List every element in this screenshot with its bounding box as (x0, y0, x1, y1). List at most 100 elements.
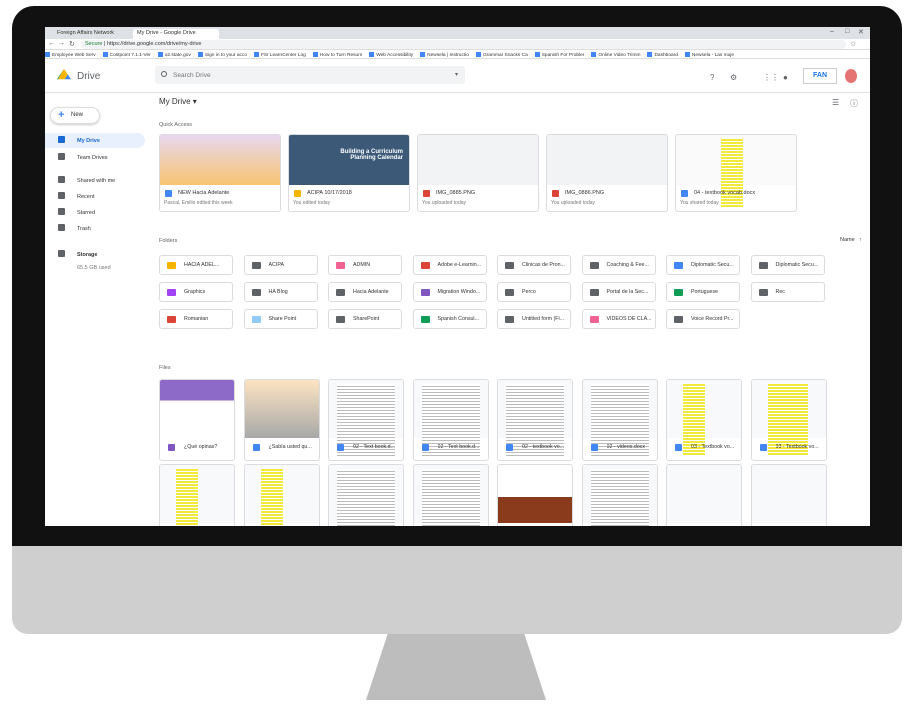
folder-item[interactable]: HACIA ADEL... (159, 255, 233, 275)
quick-access-card[interactable]: NEW Hacia Adelante Pascal, Emilio edited … (159, 134, 281, 212)
sidebar-item-shared[interactable]: Shared with me (45, 173, 145, 188)
file-item[interactable]: 07 - textbook vo... (328, 464, 404, 526)
file-item[interactable]: 02 - textbook vo... (497, 379, 573, 461)
folder-item[interactable]: HA Blog (243, 282, 318, 302)
bookmark-item[interactable]: Dashboard (647, 50, 678, 58)
bookmark-item[interactable]: Online Video Trimm (591, 50, 640, 58)
quick-access-card[interactable]: Building a Curriculum Planning Calendar AC… (288, 134, 410, 212)
sidebar-item-recent[interactable]: Recent (45, 189, 145, 204)
file-item[interactable]: 02 - Text book.d... (328, 379, 404, 461)
bookmark-item[interactable]: Spanish For Probler (534, 50, 584, 58)
folder-item[interactable]: Voice Record Pr... (666, 309, 740, 329)
folder-item[interactable]: Portuguese (666, 282, 740, 302)
folder-item[interactable]: Hacia Adelante (328, 282, 402, 302)
folder-item[interactable]: Migration Windo... (412, 282, 487, 302)
sidebar-item-storage[interactable]: Storage (45, 247, 145, 262)
help-icon[interactable]: ? (710, 73, 714, 82)
search-icon[interactable] (161, 71, 167, 77)
file-item[interactable]: Actividad Ricard... (581, 464, 658, 526)
folder-item[interactable]: Clinicas de Pron... (497, 255, 571, 275)
reload-icon[interactable]: ↻ (69, 40, 75, 48)
list-view-icon[interactable]: ☰ (832, 98, 839, 107)
notifications-icon[interactable]: ● (783, 73, 788, 82)
search-input[interactable] (173, 69, 433, 81)
tab-my-drive[interactable]: My Drive - Google Drive (133, 29, 219, 39)
file-item[interactable]: 03 - Textbook vo... (666, 379, 742, 461)
bookmark-item[interactable]: FSI LearnCenter Log (254, 50, 306, 58)
close-icon[interactable]: ✕ (858, 28, 864, 36)
info-icon[interactable]: ⓘ (850, 98, 858, 109)
sidebar-item-team-drives[interactable]: Team Drives (45, 150, 145, 165)
folder-item[interactable]: Untitled form (Fi... (497, 309, 571, 329)
folder-item[interactable]: Coaching & Fee... (581, 255, 656, 275)
folder-item[interactable]: Adobe e-Learnin... (412, 255, 487, 275)
folder-item[interactable]: Portal de la Sec... (581, 282, 656, 302)
tab-foreign-affairs[interactable]: Foreign Affairs Network (53, 29, 131, 39)
folder-icon (589, 262, 599, 269)
gear-icon[interactable]: ⚙ (730, 73, 737, 82)
bookmark-item[interactable]: How to Turn Resum (312, 50, 362, 58)
forward-icon[interactable]: → (58, 40, 65, 47)
search-box[interactable]: ▾ (155, 66, 465, 84)
bookmark-item[interactable]: Web Accessibility (369, 50, 413, 58)
folder-item[interactable]: ADMIN (328, 255, 402, 275)
folder-item[interactable]: Spanish Consul... (412, 309, 487, 329)
sidebar-item-trash[interactable]: Trash (45, 221, 145, 236)
back-icon[interactable]: ← (48, 40, 55, 47)
quick-access-card[interactable]: IMG_0885.PNG You uploaded today (417, 134, 539, 212)
folder-icon (167, 316, 176, 323)
bookmark-item[interactable]: Costpoint 7.1.1-Ver (102, 50, 151, 58)
folder-icon (336, 289, 345, 296)
folder-item[interactable]: VIDEOS DE CLA... (581, 309, 656, 329)
sidebar-item-my-drive[interactable]: My Drive (45, 133, 145, 148)
file-type-icon (252, 444, 260, 451)
file-item[interactable]: 03 - Textbook vo... (750, 379, 827, 461)
folder-item[interactable]: Perco (497, 282, 571, 302)
card-name: IMG_0885.PNG (436, 190, 476, 196)
folder-item[interactable]: Diplomatic Secu... (750, 255, 825, 275)
bookmark-icon (157, 52, 163, 57)
file-type-icon (165, 190, 172, 197)
avatar[interactable] (845, 69, 857, 83)
file-item[interactable]: Asistencia - All p... (750, 464, 827, 526)
bookmark-item[interactable]: o2.state.gov (157, 50, 191, 58)
file-item[interactable]: 05 - textbook vo... (243, 464, 320, 526)
folder-item[interactable]: Romanian (159, 309, 233, 329)
folder-icon (505, 316, 514, 323)
file-item[interactable]: ¿Sabía usted qu... (243, 379, 320, 461)
file-item[interactable]: 07 - textbook vo... (412, 464, 489, 526)
sidebar-item-starred[interactable]: Starred (45, 205, 145, 220)
file-item[interactable]: ¿Qué opinas? (159, 379, 235, 461)
folder-item[interactable]: Diplomatic Secu... (666, 255, 740, 275)
bookmark-item[interactable]: Newsela - Las muje (684, 50, 734, 58)
folder-item[interactable]: Share Point (243, 309, 318, 329)
sort-control[interactable]: Name ↑ (840, 237, 862, 243)
file-item[interactable]: Anuncios (666, 464, 742, 526)
maximize-icon[interactable]: □ (845, 28, 849, 35)
drive-logo-icon[interactable] (57, 69, 71, 80)
apps-grid-icon[interactable]: ⋮⋮ (763, 73, 779, 82)
url-field[interactable]: Secure | https://drive.google.com/drive/… (81, 40, 846, 49)
minimize-icon[interactable]: – (830, 28, 834, 35)
app-name[interactable]: Drive (77, 71, 100, 82)
file-item[interactable]: 04 - textbook vo... (159, 464, 235, 526)
folder-item[interactable]: Rec (750, 282, 825, 302)
quick-access-card[interactable]: 04 - textbook vocab.docx You shared today (675, 134, 797, 212)
bookmark-item[interactable]: Employee Web Serv (45, 50, 96, 58)
new-button[interactable]: + New (50, 107, 100, 124)
file-type-icon (423, 190, 430, 197)
search-options-icon[interactable]: ▾ (455, 71, 458, 78)
folder-item[interactable]: ACIPA (243, 255, 318, 275)
breadcrumb[interactable]: My Drive ▾ (159, 97, 197, 106)
page-title: My Drive (159, 97, 191, 106)
file-item[interactable]: 02 - Text book.d... (412, 379, 489, 461)
folder-item[interactable]: SharePoint (328, 309, 402, 329)
quick-access-card[interactable]: IMG_0886.PNG You uploaded today (546, 134, 668, 212)
file-item[interactable]: 2018 Horizon Re... (497, 464, 573, 526)
folder-item[interactable]: Graphics (159, 282, 233, 302)
star-icon[interactable]: ☆ (850, 40, 856, 48)
file-item[interactable]: 02 - videos.docx (581, 379, 658, 461)
bookmark-item[interactable]: Sign in to your acco (197, 50, 247, 58)
bookmark-item[interactable]: Grammar Snacks Ca (475, 50, 528, 58)
bookmark-item[interactable]: Newsela | Instructio (420, 50, 469, 58)
